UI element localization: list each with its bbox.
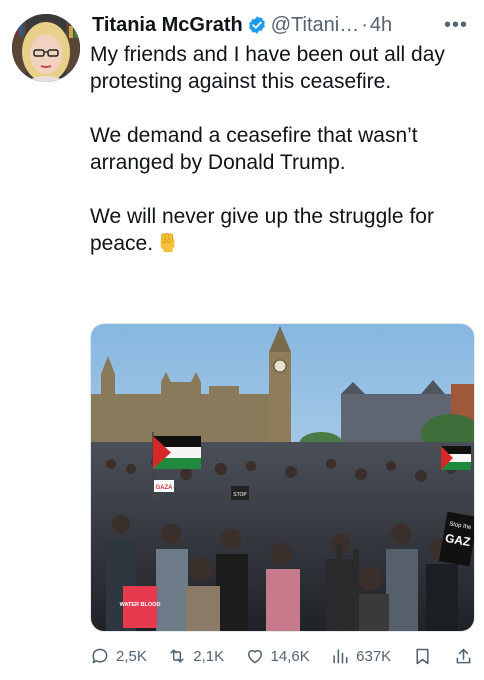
- bollard: [336, 544, 342, 631]
- more-icon[interactable]: •••: [444, 14, 468, 37]
- bookmark-icon: [416, 648, 429, 664]
- post-time[interactable]: 4h: [370, 14, 392, 37]
- avatar[interactable]: [12, 14, 80, 82]
- paragraph-3: We will never give up the struggle for p…: [90, 203, 474, 257]
- heart-icon: [247, 649, 262, 664]
- bollard: [353, 549, 359, 631]
- post-text: My friends and I have been out all day p…: [90, 41, 474, 257]
- separator-dot: ·: [361, 13, 368, 36]
- verified-badge-icon: [248, 16, 265, 34]
- reply-button[interactable]: 2,5K: [90, 646, 147, 666]
- author-name[interactable]: Titania McGrath: [92, 14, 243, 37]
- repost-count: 2,1K: [193, 647, 225, 665]
- repost-button[interactable]: 2,1K: [167, 646, 224, 666]
- raised-fist-emoji-icon: [160, 232, 175, 253]
- views-button[interactable]: 637K: [330, 646, 391, 666]
- bookmark-button[interactable]: [412, 646, 433, 667]
- post-header: Titania McGrath @Titani… · 4h •••: [92, 12, 476, 38]
- svg-text:WATER BLOOD: WATER BLOOD: [120, 602, 161, 608]
- views-count: 637K: [356, 647, 392, 665]
- protest-sign: STOP: [231, 486, 249, 500]
- paragraph-2: We demand a ceasefire that wasn’t arrang…: [90, 124, 418, 174]
- paragraph-1: My friends and I have been out all day p…: [90, 43, 445, 93]
- reply-icon: [92, 648, 108, 664]
- paragraph-3-text: We will never give up the struggle for p…: [90, 205, 434, 255]
- post-photo[interactable]: GAZA Stop the GAZ STOP WATER BLOOD: [90, 323, 475, 632]
- protest-photo: GAZA Stop the GAZ STOP WATER BLOOD: [91, 324, 474, 631]
- share-button[interactable]: [453, 646, 474, 667]
- post-actions: 2,5K 2,1K 14,6K 637K: [90, 641, 474, 671]
- views-chart-icon: [333, 649, 348, 664]
- like-count: 14,6K: [270, 647, 310, 665]
- repost-icon: [170, 649, 184, 663]
- protest-sign: GAZA: [154, 480, 174, 492]
- share-icon: [456, 648, 471, 663]
- author-handle[interactable]: @Titani…: [271, 14, 359, 37]
- protest-sign: WATER BLOOD: [120, 586, 161, 628]
- avatar-image: [12, 14, 80, 82]
- palestinian-flag: [441, 446, 471, 470]
- svg-text:GAZA: GAZA: [156, 485, 174, 491]
- like-button[interactable]: 14,6K: [245, 646, 310, 666]
- big-ben-tower: [269, 326, 291, 462]
- svg-text:STOP: STOP: [233, 492, 247, 498]
- reply-count: 2,5K: [116, 647, 147, 665]
